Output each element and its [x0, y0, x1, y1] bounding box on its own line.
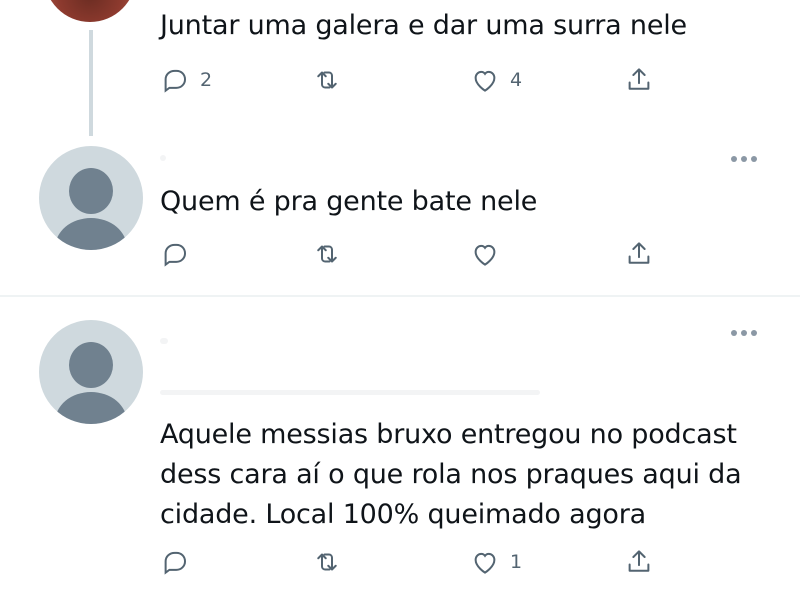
retweet-button[interactable]	[312, 236, 342, 272]
tweet-3-text-line-1: Aquele messias bruxo entregou no podcast	[160, 419, 737, 450]
like-button[interactable]: 1	[470, 544, 522, 580]
avatar-user-1[interactable]	[44, 0, 136, 22]
tweet-2-text: Quem é pra gente bate nele	[160, 186, 538, 217]
like-button[interactable]: 4	[470, 62, 522, 98]
reply-icon	[164, 69, 187, 93]
tweet-2-actions	[160, 236, 680, 272]
tweet-3-text-line-3: cidade. Local 100% queimado agora	[160, 499, 646, 530]
share-icon	[628, 68, 650, 90]
like-button[interactable]	[470, 236, 500, 272]
heart-icon	[474, 244, 496, 266]
redacted-reply-context	[160, 390, 540, 395]
tweet-1-text: Juntar uma galera e dar uma surra nele	[160, 10, 687, 41]
tweet-3-text: Aquele messias bruxo entregou no podcast…	[160, 415, 742, 535]
retweet-icon	[317, 553, 337, 571]
avatar-body-shape	[55, 218, 127, 250]
share-button[interactable]	[624, 236, 654, 272]
more-options-icon[interactable]	[731, 330, 757, 336]
thread-connector-line	[89, 30, 93, 136]
heart-icon	[474, 70, 496, 92]
tweet-3-text-line-2: dess cara aí o que rola nos praques aqui…	[160, 459, 742, 490]
avatar-body-shape	[55, 392, 127, 424]
share-button[interactable]	[624, 544, 654, 580]
retweet-icon	[317, 71, 337, 89]
reply-button[interactable]: 2	[160, 62, 212, 98]
tweet-1-actions: 2 4	[160, 62, 680, 98]
tweet-3-actions: 1	[160, 544, 680, 580]
reply-button[interactable]	[160, 236, 190, 272]
reply-count: 2	[200, 69, 213, 91]
avatar-default-2[interactable]	[39, 146, 143, 250]
more-options-icon[interactable]	[731, 156, 757, 162]
tweet-divider	[0, 295, 800, 297]
reply-icon	[164, 243, 187, 267]
share-icon	[628, 550, 650, 572]
reply-button[interactable]	[160, 544, 190, 580]
avatar-head-shape	[69, 342, 113, 388]
reply-icon	[164, 551, 187, 575]
share-icon	[628, 242, 650, 264]
retweet-button[interactable]	[312, 544, 342, 580]
like-count: 1	[510, 551, 523, 573]
redacted-username	[160, 155, 166, 161]
share-button[interactable]	[624, 62, 654, 98]
avatar-default-3[interactable]	[39, 320, 143, 424]
retweet-icon	[317, 245, 337, 263]
like-count: 4	[510, 69, 523, 91]
retweet-button[interactable]	[312, 62, 342, 98]
heart-icon	[474, 552, 496, 574]
avatar-head-shape	[69, 168, 113, 214]
redacted-username	[160, 338, 168, 344]
